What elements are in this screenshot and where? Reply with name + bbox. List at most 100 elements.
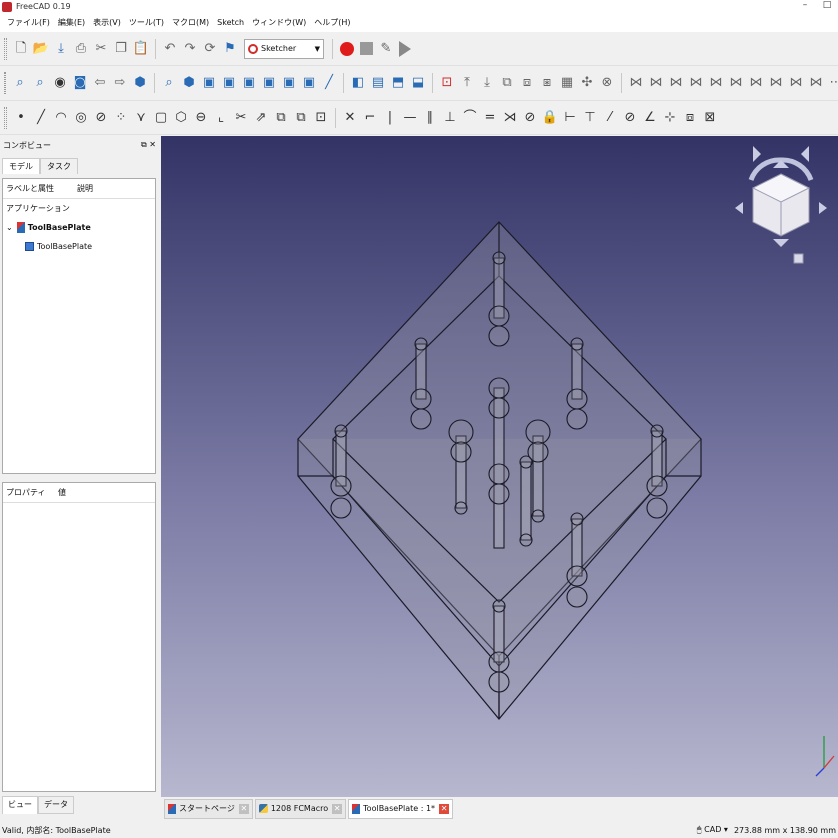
map-sketch-icon[interactable]: ⊡ [439,75,455,91]
constrain-angle-icon[interactable]: ∠ [642,110,658,126]
leave-sketch-icon[interactable]: ⬒ [390,75,406,91]
tab-model[interactable]: モデル [2,158,40,174]
constraint-vert-icon[interactable]: ⋈ [668,75,684,91]
minimize-button[interactable]: – [794,0,816,10]
constrain-perpendicular-icon[interactable]: ⊥ [442,110,458,126]
tree-item-part[interactable]: ToolBasePlate [3,237,155,256]
create-conic-icon[interactable]: ⊘ [93,110,109,126]
fit-all-icon[interactable]: ⌕ [12,75,28,91]
new-file-icon[interactable]: 🗋 [13,41,29,57]
view-rear-icon[interactable]: ▣ [261,75,277,91]
create-circle-icon[interactable]: ◎ [73,110,89,126]
constrain-lock-icon[interactable]: 🔒 [542,110,558,126]
toggle-driving-icon[interactable]: ⧈ [682,110,698,126]
constraint-symmetric-icon[interactable]: ⋈ [808,75,824,91]
whats-this-icon[interactable]: ⚑ [222,41,238,57]
measure-distance-icon[interactable]: ╱ [321,75,337,91]
menu-window[interactable]: ウィンドウ(W) [248,17,310,28]
create-bspline-icon[interactable]: ⁘ [113,110,129,126]
create-rectangle-icon[interactable]: ▢ [153,110,169,126]
tree-header-labels[interactable]: ラベルと属性 [3,183,77,194]
std-views-icon[interactable]: ⌕ [161,75,177,91]
property-header-name[interactable]: プロパティ [3,487,58,498]
trim-icon[interactable]: ✂ [233,110,249,126]
create-polyline-icon[interactable]: ⋎ [133,110,149,126]
tab-data[interactable]: データ [38,796,74,814]
navigation-style[interactable]: 🖱 CAD ▾ [697,825,728,835]
view-top-icon[interactable]: ▣ [221,75,237,91]
create-line-icon[interactable]: ╱ [33,110,49,126]
create-sketch-icon[interactable]: ◧ [350,75,366,91]
close-icon[interactable]: ✕ [439,803,450,814]
menu-file[interactable]: ファイル(F) [3,17,54,28]
toolbar-grip[interactable] [4,106,7,129]
constraint-more-icon[interactable]: ⋯ [828,75,838,91]
constrain-symmetric-icon[interactable]: ⋊ [502,110,518,126]
macro-stop-icon[interactable] [360,42,373,55]
workbench-dropdown[interactable]: Sketcher ▼ [244,38,324,59]
back-icon[interactable]: ⇦ [92,75,108,91]
tree-header-description[interactable]: 説明 [77,183,93,194]
toggle-active-icon[interactable]: ⊠ [702,110,718,126]
view-left-icon[interactable]: ▣ [301,75,317,91]
edit-sketch-icon[interactable]: ▤ [370,75,386,91]
create-arc-icon[interactable]: ◠ [53,110,69,126]
constrain-tangent-icon[interactable]: ⌒ [462,110,478,126]
constraint-equal-icon[interactable]: ⋈ [788,75,804,91]
constrain-vert-distance-icon[interactable]: ⊤ [582,110,598,126]
grid-icon[interactable]: ▦ [559,75,575,91]
rendering-order-icon[interactable]: ⊗ [599,75,615,91]
constrain-parallel-icon[interactable]: ∥ [422,110,438,126]
menu-view[interactable]: 表示(V) [89,17,125,28]
constrain-horiz-distance-icon[interactable]: ⊢ [562,110,578,126]
constrain-block-icon[interactable]: ⊘ [522,110,538,126]
forward-icon[interactable]: ⇨ [112,75,128,91]
paste-icon[interactable]: 📋 [133,41,149,57]
constrain-coincident-icon[interactable]: ✕ [342,110,358,126]
open-file-icon[interactable]: 📂 [33,41,49,57]
snap-icon[interactable]: ✣ [579,75,595,91]
save-icon[interactable]: ⤓ [53,41,69,57]
constraint-block-icon[interactable]: ⋈ [708,75,724,91]
view-right-icon[interactable]: ▣ [241,75,257,91]
3d-viewport[interactable] [161,136,838,797]
mirror-sketch-icon[interactable]: ⧈ [519,75,535,91]
constrain-vertical-icon[interactable]: | [382,110,398,126]
constrain-radius-icon[interactable]: ⊘ [622,110,638,126]
tab-macro[interactable]: 1208 FCMacro ✕ [254,798,347,819]
menu-edit[interactable]: 編集(E) [54,17,89,28]
close-panel-icon[interactable]: ✕ [149,140,156,149]
menu-macro[interactable]: マクロ(M) [168,17,213,28]
macro-record-icon[interactable] [340,41,354,56]
view-isometric-icon[interactable]: ⬢ [181,75,197,91]
menu-sketch[interactable]: Sketch [213,18,248,27]
constraint-select-icon[interactable]: ⋈ [628,75,644,91]
constrain-point-on-object-icon[interactable]: ⌐ [362,110,378,126]
constraint-horiz-icon[interactable]: ⋈ [648,75,664,91]
toolbar-grip[interactable] [4,72,6,94]
constrain-distance-icon[interactable]: ⁄ [602,110,618,126]
tab-toolbaseplate[interactable]: ToolBasePlate : 1* ✕ [348,798,454,819]
sync-view-icon[interactable]: ◙ [72,75,88,91]
navigation-cube[interactable] [735,146,827,264]
close-icon[interactable]: ✕ [238,803,249,814]
extend-icon[interactable]: ⇗ [253,110,269,126]
tab-tasks[interactable]: タスク [40,158,78,174]
tree-item-document[interactable]: ⌄ ToolBasePlate [3,218,155,237]
constrain-snell-icon[interactable]: ⊹ [662,110,678,126]
create-point-icon[interactable]: • [13,110,29,126]
float-panel-icon[interactable]: ⧉ [141,140,147,149]
macro-edit-icon[interactable]: ✎ [378,41,394,57]
menu-help[interactable]: ヘルプ(H) [310,17,354,28]
draw-style-icon[interactable]: ◉ [52,75,68,91]
external-geometry-icon[interactable]: ⧉ [273,110,289,126]
copy-icon[interactable]: ❐ [113,41,129,57]
refresh-icon[interactable]: ⟳ [202,41,218,57]
create-slot-icon[interactable]: ⊖ [193,110,209,126]
maximize-button[interactable]: □ [816,0,838,10]
property-header-value[interactable]: 値 [58,487,66,498]
3d-model-view[interactable] [161,136,838,797]
create-fillet-icon[interactable]: ⌞ [213,110,229,126]
view-front-icon[interactable]: ▣ [201,75,217,91]
toolbar-grip[interactable] [4,37,7,60]
